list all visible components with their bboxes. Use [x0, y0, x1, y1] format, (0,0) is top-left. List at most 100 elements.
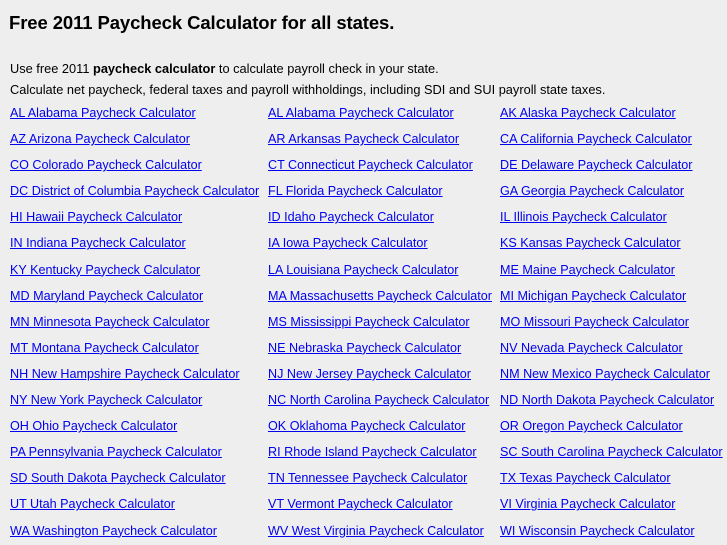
list-item: FL Florida Paycheck Calculator — [268, 178, 498, 204]
state-links-column-3: AK Alaska Paycheck Calculator CA Califor… — [500, 100, 727, 544]
list-item: AR Arkansas Paycheck Calculator — [268, 126, 498, 152]
list-item: TN Tennessee Paycheck Calculator — [268, 465, 498, 491]
list-item: IA Iowa Paycheck Calculator — [268, 230, 498, 256]
list-item: ND North Dakota Paycheck Calculator — [500, 387, 727, 413]
state-link[interactable]: RI Rhode Island Paycheck Calculator — [268, 445, 477, 459]
state-link[interactable]: TX Texas Paycheck Calculator — [500, 471, 671, 485]
list-item: MO Missouri Paycheck Calculator — [500, 309, 727, 335]
state-links-column-1: AL Alabama Paycheck Calculator AZ Arizon… — [10, 100, 266, 544]
state-link[interactable]: WI Wisconsin Paycheck Calculator — [500, 524, 695, 538]
state-link[interactable]: MT Montana Paycheck Calculator — [10, 341, 199, 355]
state-link[interactable]: PA Pennsylvania Paycheck Calculator — [10, 445, 222, 459]
list-item: ME Maine Paycheck Calculator — [500, 257, 727, 283]
list-item: WV West Virginia Paycheck Calculator — [268, 518, 498, 544]
state-link[interactable]: SC South Carolina Paycheck Calculator — [500, 445, 723, 459]
intro-line-1-text-after: to calculate payroll check in your state… — [215, 61, 439, 76]
state-links-column-2: AL Alabama Paycheck Calculator AR Arkans… — [268, 100, 498, 544]
list-item: KS Kansas Paycheck Calculator — [500, 230, 727, 256]
list-item: AZ Arizona Paycheck Calculator — [10, 126, 266, 152]
list-item: MN Minnesota Paycheck Calculator — [10, 309, 266, 335]
state-link[interactable]: OH Ohio Paycheck Calculator — [10, 419, 177, 433]
state-link[interactable]: FL Florida Paycheck Calculator — [268, 184, 443, 198]
state-link[interactable]: NE Nebraska Paycheck Calculator — [268, 341, 461, 355]
state-link[interactable]: NM New Mexico Paycheck Calculator — [500, 367, 710, 381]
state-link[interactable]: HI Hawaii Paycheck Calculator — [10, 210, 182, 224]
list-item: NE Nebraska Paycheck Calculator — [268, 335, 498, 361]
list-item: ID Idaho Paycheck Calculator — [268, 204, 498, 230]
list-item: DC District of Columbia Paycheck Calcula… — [10, 178, 266, 204]
state-link[interactable]: MI Michigan Paycheck Calculator — [500, 289, 686, 303]
list-item: WA Washington Paycheck Calculator — [10, 518, 266, 544]
list-item: CO Colorado Paycheck Calculator — [10, 152, 266, 178]
state-link[interactable]: MS Mississippi Paycheck Calculator — [268, 315, 470, 329]
list-item: IL Illinois Paycheck Calculator — [500, 204, 727, 230]
list-item: NY New York Paycheck Calculator — [10, 387, 266, 413]
state-link[interactable]: OR Oregon Paycheck Calculator — [500, 419, 683, 433]
list-item: TX Texas Paycheck Calculator — [500, 465, 727, 491]
list-item: MS Mississippi Paycheck Calculator — [268, 309, 498, 335]
list-item: CT Connecticut Paycheck Calculator — [268, 152, 498, 178]
state-link[interactable]: SD South Dakota Paycheck Calculator — [10, 471, 226, 485]
state-link[interactable]: AK Alaska Paycheck Calculator — [500, 106, 676, 120]
list-item: NC North Carolina Paycheck Calculator — [268, 387, 498, 413]
state-link[interactable]: IA Iowa Paycheck Calculator — [268, 236, 428, 250]
state-link[interactable]: VI Virginia Paycheck Calculator — [500, 497, 675, 511]
list-item: OK Oklahoma Paycheck Calculator — [268, 413, 498, 439]
state-link[interactable]: DE Delaware Paycheck Calculator — [500, 158, 693, 172]
intro-paragraph: Use free 2011 paycheck calculator to cal… — [10, 58, 605, 100]
state-link[interactable]: VT Vermont Paycheck Calculator — [268, 497, 453, 511]
state-link[interactable]: AL Alabama Paycheck Calculator — [268, 106, 454, 120]
list-item: MT Montana Paycheck Calculator — [10, 335, 266, 361]
state-link[interactable]: AL Alabama Paycheck Calculator — [10, 106, 196, 120]
intro-line-2: Calculate net paycheck, federal taxes an… — [10, 82, 606, 97]
list-item: SD South Dakota Paycheck Calculator — [10, 465, 266, 491]
state-link[interactable]: WA Washington Paycheck Calculator — [10, 524, 217, 538]
state-link[interactable]: IL Illinois Paycheck Calculator — [500, 210, 667, 224]
list-item: OH Ohio Paycheck Calculator — [10, 413, 266, 439]
list-item: VT Vermont Paycheck Calculator — [268, 491, 498, 517]
state-link[interactable]: CA California Paycheck Calculator — [500, 132, 692, 146]
state-link[interactable]: NY New York Paycheck Calculator — [10, 393, 202, 407]
state-link[interactable]: MN Minnesota Paycheck Calculator — [10, 315, 209, 329]
state-link[interactable]: ND North Dakota Paycheck Calculator — [500, 393, 714, 407]
list-item: MI Michigan Paycheck Calculator — [500, 283, 727, 309]
list-item: NM New Mexico Paycheck Calculator — [500, 361, 727, 387]
state-link[interactable]: LA Louisiana Paycheck Calculator — [268, 263, 458, 277]
list-item: MD Maryland Paycheck Calculator — [10, 283, 266, 309]
state-link[interactable]: ID Idaho Paycheck Calculator — [268, 210, 434, 224]
state-link[interactable]: MO Missouri Paycheck Calculator — [500, 315, 689, 329]
state-link[interactable]: NH New Hampshire Paycheck Calculator — [10, 367, 240, 381]
list-item: IN Indiana Paycheck Calculator — [10, 230, 266, 256]
state-link[interactable]: KS Kansas Paycheck Calculator — [500, 236, 681, 250]
state-link[interactable]: WV West Virginia Paycheck Calculator — [268, 524, 484, 538]
state-link[interactable]: NV Nevada Paycheck Calculator — [500, 341, 683, 355]
state-link[interactable]: DC District of Columbia Paycheck Calcula… — [10, 184, 259, 198]
list-item: NJ New Jersey Paycheck Calculator — [268, 361, 498, 387]
list-item: HI Hawaii Paycheck Calculator — [10, 204, 266, 230]
list-item: NH New Hampshire Paycheck Calculator — [10, 361, 266, 387]
state-link[interactable]: UT Utah Paycheck Calculator — [10, 497, 175, 511]
state-link[interactable]: GA Georgia Paycheck Calculator — [500, 184, 684, 198]
state-link[interactable]: NJ New Jersey Paycheck Calculator — [268, 367, 471, 381]
list-item: GA Georgia Paycheck Calculator — [500, 178, 727, 204]
list-item: AL Alabama Paycheck Calculator — [268, 100, 498, 126]
state-link[interactable]: TN Tennessee Paycheck Calculator — [268, 471, 467, 485]
state-link[interactable]: CT Connecticut Paycheck Calculator — [268, 158, 473, 172]
list-item: PA Pennsylvania Paycheck Calculator — [10, 439, 266, 465]
state-link[interactable]: MD Maryland Paycheck Calculator — [10, 289, 203, 303]
state-link[interactable]: AZ Arizona Paycheck Calculator — [10, 132, 190, 146]
state-link[interactable]: ME Maine Paycheck Calculator — [500, 263, 675, 277]
list-item: AK Alaska Paycheck Calculator — [500, 100, 727, 126]
list-item: CA California Paycheck Calculator — [500, 126, 727, 152]
state-link[interactable]: OK Oklahoma Paycheck Calculator — [268, 419, 465, 433]
list-item: SC South Carolina Paycheck Calculator — [500, 439, 727, 465]
list-item: AL Alabama Paycheck Calculator — [10, 100, 266, 126]
state-link[interactable]: KY Kentucky Paycheck Calculator — [10, 263, 200, 277]
state-link[interactable]: MA Massachusetts Paycheck Calculator — [268, 289, 492, 303]
list-item: KY Kentucky Paycheck Calculator — [10, 257, 266, 283]
list-item: NV Nevada Paycheck Calculator — [500, 335, 727, 361]
state-link[interactable]: IN Indiana Paycheck Calculator — [10, 236, 186, 250]
state-link[interactable]: CO Colorado Paycheck Calculator — [10, 158, 202, 172]
state-link[interactable]: NC North Carolina Paycheck Calculator — [268, 393, 489, 407]
state-link[interactable]: AR Arkansas Paycheck Calculator — [268, 132, 459, 146]
